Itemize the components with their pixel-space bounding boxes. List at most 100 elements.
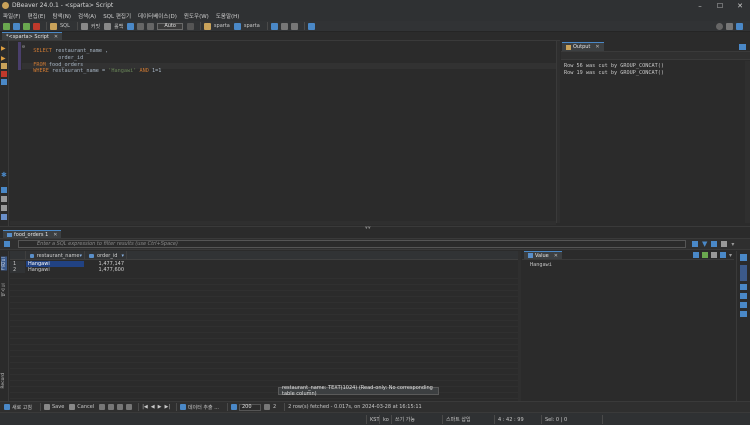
clear-filter-icon[interactable] (721, 241, 728, 247)
value-panel-toggle-icon[interactable] (740, 254, 747, 261)
search-db-icon[interactable] (270, 22, 278, 30)
menu-navigate[interactable]: 탐색(N) (52, 12, 71, 20)
dashboard-icon[interactable] (307, 22, 315, 30)
save-button[interactable]: Save (44, 404, 64, 410)
word-wrap-icon[interactable] (710, 251, 717, 258)
menu-search[interactable]: 검색(A) (78, 12, 96, 20)
filter-history-icon[interactable] (692, 241, 698, 247)
new-connection-icon[interactable] (3, 22, 10, 30)
metadata-icon[interactable] (740, 284, 747, 290)
commit-icon[interactable] (80, 22, 88, 30)
compare-icon[interactable] (280, 22, 288, 30)
snowflake-icon[interactable]: ✱ (1, 171, 7, 179)
tx-log-icon[interactable] (147, 22, 155, 30)
sql-button-label[interactable]: SQL (60, 23, 70, 29)
tab-value[interactable]: Value ✕ (524, 251, 562, 259)
next-page-icon[interactable]: ▶ (158, 404, 162, 410)
execute-script-icon[interactable]: ▶ (1, 55, 7, 62)
filter-icon[interactable]: ▼ (702, 240, 707, 248)
fold-marker-icon[interactable]: ⊖ (22, 44, 25, 50)
rollback-button[interactable]: 롤백 (114, 23, 123, 30)
edit-row-icon[interactable] (99, 404, 106, 410)
fetch-all-icon[interactable] (263, 404, 270, 410)
grouping-icon[interactable] (740, 293, 747, 299)
value-menu-icon[interactable]: ▾ (729, 252, 732, 259)
panel-icon[interactable] (1, 214, 7, 220)
explain-plan-icon[interactable] (1, 71, 7, 77)
text-view-tab[interactable]: 텍스트 (1, 283, 7, 297)
lock-icon[interactable] (137, 22, 145, 30)
maximize-icon[interactable]: ☐ (710, 0, 730, 11)
tab-food-orders[interactable]: food_orders 1 ✕ (3, 230, 62, 238)
grid-scrollbar[interactable] (518, 251, 521, 401)
menu-file[interactable]: 파일(F) (3, 12, 21, 20)
search-icon[interactable] (716, 22, 723, 30)
calc-icon[interactable] (740, 302, 747, 308)
format-icon[interactable] (186, 22, 194, 30)
close-value-icon[interactable]: ✕ (554, 253, 558, 259)
value-viewer[interactable]: Hangawi (522, 260, 734, 401)
results-grid[interactable]: restaurant_name ▾ order_id ▾ 1 Hangawi 1… (10, 251, 518, 401)
disconnect-icon[interactable] (33, 22, 40, 30)
menu-database[interactable]: 데이터베이스(D) (138, 12, 177, 20)
preferences-icon[interactable] (290, 22, 298, 30)
execute-new-tab-icon[interactable] (1, 63, 7, 69)
sort-column-icon[interactable]: ▾ (79, 253, 82, 259)
connect-icon[interactable] (13, 22, 20, 30)
perspective-icon[interactable] (736, 22, 743, 30)
sql-editor-icon[interactable] (50, 22, 57, 30)
prev-page-icon[interactable]: ◀ (151, 404, 155, 410)
panel-options-icon[interactable] (719, 251, 726, 258)
datasource-selector[interactable]: sparta (214, 23, 230, 29)
last-page-icon[interactable]: ▶| (164, 404, 170, 410)
delete-row-icon[interactable] (126, 404, 133, 410)
output-scrollbar[interactable] (745, 61, 750, 223)
layout-icon[interactable] (726, 22, 733, 30)
chevron-down-icon[interactable]: ▾ (731, 241, 734, 248)
output-toggle-icon[interactable] (1, 187, 7, 193)
panels-tab-icon[interactable] (740, 265, 747, 281)
close-icon[interactable]: ✕ (730, 0, 750, 11)
sort-icon[interactable] (711, 241, 718, 247)
output-console[interactable]: Row 56 was cut by GROUP_CONCAT() Row 19 … (561, 61, 745, 223)
grid-view-tab[interactable]: 그리드 (1, 257, 7, 271)
load-script-icon[interactable] (1, 79, 7, 85)
cancel-button[interactable]: Cancel (69, 404, 94, 410)
close-output-icon[interactable]: ✕ (595, 44, 599, 50)
tab-output[interactable]: Output ✕ (562, 42, 604, 51)
editor-vertical-scrollbar[interactable] (556, 41, 560, 223)
export-data-button[interactable]: 데이터 추출 ... (180, 404, 219, 411)
menu-sql-editor[interactable]: SQL 편집기 (103, 12, 131, 20)
first-page-icon[interactable]: |◀ (142, 404, 148, 410)
sort-column-icon[interactable]: ▾ (121, 253, 124, 259)
transaction-icon[interactable] (127, 22, 135, 30)
close-results-tab-icon[interactable]: ✕ (53, 232, 57, 238)
execute-statement-icon[interactable]: ▶ (1, 45, 7, 52)
filter-input[interactable]: Enter a SQL expression to filter results… (18, 240, 686, 248)
output-menu-icon[interactable] (739, 43, 746, 50)
tab-sparta-script[interactable]: *<sparta> Script ✕ (2, 32, 63, 40)
fetch-size-input[interactable]: 200 (238, 403, 261, 411)
add-row-icon[interactable] (108, 404, 115, 410)
menu-edit[interactable]: 편집(E) (28, 12, 46, 20)
schema-selector[interactable]: sparta (244, 23, 260, 29)
content-viewer-icon[interactable] (692, 251, 699, 258)
document-icon[interactable] (1, 196, 7, 202)
minimize-icon[interactable]: – (690, 0, 710, 11)
menu-help[interactable]: 도움말(H) (216, 12, 240, 20)
references-icon[interactable] (740, 311, 747, 317)
column-header-order-id[interactable]: order_id ▾ (85, 251, 127, 260)
record-view-tab[interactable]: Record (1, 373, 6, 389)
close-tab-icon[interactable]: ✕ (54, 34, 58, 40)
editor-horizontal-scrollbar[interactable] (10, 221, 556, 225)
rollback-icon[interactable] (104, 22, 112, 30)
menu-window[interactable]: 윈도우(W) (184, 12, 209, 20)
commit-button[interactable]: 커밋 (91, 23, 100, 30)
refresh-button[interactable]: 새로 고침 (4, 404, 32, 411)
column-header-restaurant-name[interactable]: restaurant_name ▾ (26, 251, 85, 260)
file-icon[interactable] (1, 205, 7, 211)
auto-format-icon[interactable] (701, 251, 708, 258)
plug-icon[interactable] (23, 22, 30, 30)
copy-row-icon[interactable] (117, 404, 124, 410)
sql-filter-icon[interactable] (4, 241, 10, 247)
